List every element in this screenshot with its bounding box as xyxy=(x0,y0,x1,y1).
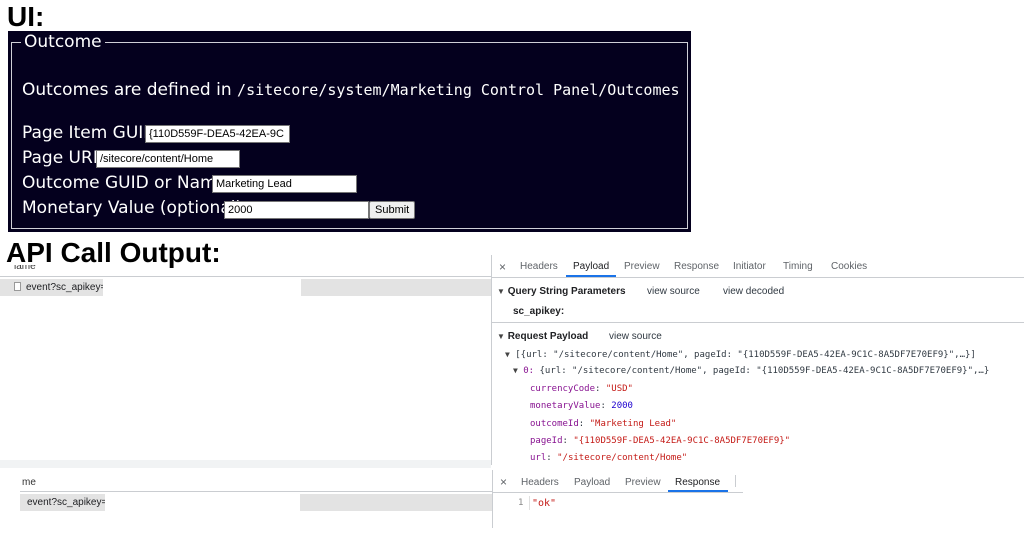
intro-path: /sitecore/system/Marketing Control Panel… xyxy=(237,81,680,99)
label-page-url: Page URL xyxy=(22,148,103,168)
query-section-header[interactable]: ▼ Query String Parameters xyxy=(497,286,626,297)
tab-separator xyxy=(735,475,736,487)
payload-item-summary: {url: "/sitecore/content/Home", pageId: … xyxy=(539,366,990,376)
expand-arrow-icon: ▼ xyxy=(497,332,505,341)
tab-cookies[interactable]: Cookies xyxy=(831,261,867,272)
label-outcome-guid: Outcome GUID or Name xyxy=(22,173,228,193)
tab-timing[interactable]: Timing xyxy=(783,261,813,272)
redacted-area-2 xyxy=(105,494,300,511)
payload-array-row[interactable]: ▼ [{url: "/sitecore/content/Home", pageI… xyxy=(505,350,976,360)
page-url-input[interactable]: /sitecore/content/Home xyxy=(96,150,240,168)
payload-section-header[interactable]: ▼ Request Payload xyxy=(497,331,588,342)
close-icon[interactable]: × xyxy=(499,260,506,274)
query-view-source-link[interactable]: view source xyxy=(647,286,700,297)
payload-item-index: 0: xyxy=(523,366,535,376)
payload-item-row[interactable]: ▼ 0: {url: "/sitecore/content/Home", pag… xyxy=(513,366,989,376)
label-page-item-guid: Page Item GUID xyxy=(22,123,157,143)
section-divider xyxy=(492,322,1024,323)
query-section-title: Query String Parameters xyxy=(507,286,626,297)
page-item-guid-input[interactable]: {110D559F-DEA5-42EA-9C xyxy=(145,125,290,143)
document-icon xyxy=(14,282,21,291)
tabs-divider-2 xyxy=(493,492,743,493)
tab-initiator[interactable]: Initiator xyxy=(733,261,766,272)
line-number: 1 xyxy=(518,498,524,508)
tab-payload[interactable]: Payload xyxy=(573,261,609,272)
expand-arrow-icon: ▼ xyxy=(497,287,505,296)
label-monetary-value: Monetary Value (optional) xyxy=(22,198,243,218)
list-divider-2 xyxy=(20,491,492,492)
intro-line: Outcomes are defined in /sitecore/system… xyxy=(22,80,680,100)
api-heading: API Call Output: xyxy=(6,237,221,268)
tabs-divider xyxy=(492,277,1024,278)
tab-headers[interactable]: Headers xyxy=(520,261,558,272)
gutter-line xyxy=(529,496,530,510)
submit-button[interactable]: Submit xyxy=(369,201,415,219)
tab-response[interactable]: Response xyxy=(674,261,719,272)
monetary-value-input[interactable]: 2000 xyxy=(224,201,369,219)
payload-property: url: "/sitecore/content/Home" xyxy=(530,453,688,463)
ui-heading: UI: xyxy=(7,1,45,32)
request-name-2: event?sc_apikey= xyxy=(27,497,108,508)
payload-property: outcomeId: "Marketing Lead" xyxy=(530,419,677,429)
query-param-key: sc_apikey: xyxy=(513,306,565,317)
payload-property: currencyCode: "USD" xyxy=(530,384,633,394)
payload-property: monetaryValue: 2000 xyxy=(530,401,633,411)
response-body[interactable]: "ok" xyxy=(532,498,556,509)
payload-property: pageId: "{110D559F-DEA5-42EA-9C1C-8A5DF7… xyxy=(530,436,791,446)
fieldset-legend: Outcome xyxy=(21,32,105,52)
network-list-header-2: me xyxy=(22,477,36,488)
tab-preview[interactable]: Preview xyxy=(624,261,660,272)
expand-arrow-icon: ▼ xyxy=(505,350,510,359)
intro-text: Outcomes are defined in xyxy=(22,80,232,100)
expand-arrow-icon: ▼ xyxy=(513,366,518,375)
request-name: event?sc_apikey= xyxy=(26,282,107,293)
query-view-decoded-link[interactable]: view decoded xyxy=(723,286,784,297)
tab-response-2[interactable]: Response xyxy=(675,477,720,488)
tab-preview-2[interactable]: Preview xyxy=(625,477,661,488)
tab-headers-2[interactable]: Headers xyxy=(521,477,559,488)
payload-view-source-link[interactable]: view source xyxy=(609,331,662,342)
redacted-area xyxy=(103,279,301,296)
payload-section-title: Request Payload xyxy=(507,331,589,342)
close-icon[interactable]: × xyxy=(500,475,507,489)
list-divider xyxy=(0,276,491,277)
list-status-bar xyxy=(0,460,491,468)
payload-array-summary: [{url: "/sitecore/content/Home", pageId:… xyxy=(515,350,976,360)
outcome-guid-input[interactable]: Marketing Lead xyxy=(212,175,357,193)
tab-payload-2[interactable]: Payload xyxy=(574,477,610,488)
